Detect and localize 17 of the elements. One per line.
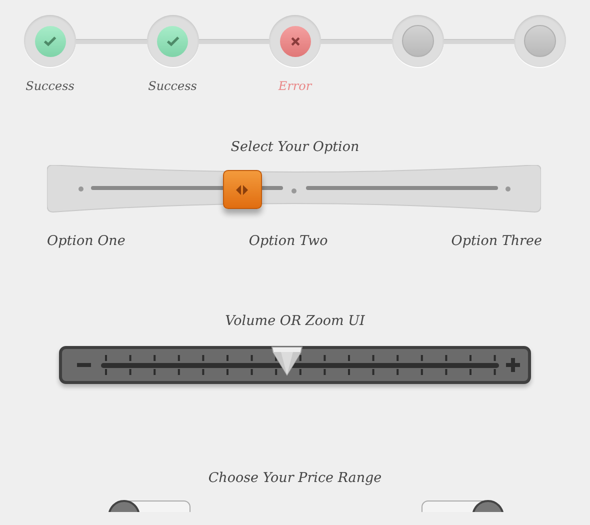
slider-handle[interactable] [271,346,304,376]
check-icon [166,34,180,48]
check-icon [43,34,57,48]
option-label[interactable]: Option One [47,233,126,249]
option-label[interactable]: Option Three [451,233,542,249]
slider-handle[interactable] [222,170,262,209]
section-title: Choose Your Price Range [207,470,383,486]
arrows-icon [234,184,250,196]
plus-icon [506,358,520,372]
close-icon [290,36,300,46]
section-title: Volume OR Zoom UI [224,313,366,329]
option-label[interactable]: Option Two [248,233,328,249]
step-label: Success [148,79,197,93]
minus-icon [77,363,91,367]
step-label: Error [278,79,312,93]
step-label: Success [26,79,74,93]
section-title: Select Your Option [230,139,360,155]
